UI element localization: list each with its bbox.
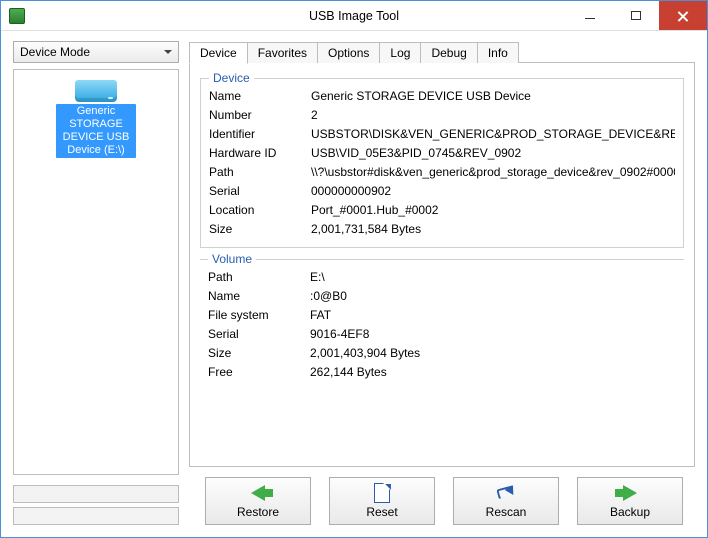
status-box-1 xyxy=(13,485,179,503)
device-group: Device NameGeneric STORAGE DEVICE USB De… xyxy=(200,71,684,248)
tab-log[interactable]: Log xyxy=(379,42,421,63)
volume-fs-label: File system xyxy=(208,306,310,325)
refresh-icon xyxy=(496,485,516,501)
device-list[interactable]: Generic STORAGE DEVICE USB Device (E:\) xyxy=(13,69,179,475)
arrow-right-icon xyxy=(623,485,637,501)
volume-serial-value: 9016-4EF8 xyxy=(310,325,676,344)
device-location-label: Location xyxy=(209,201,311,220)
device-name-label: Name xyxy=(209,87,311,106)
tab-debug[interactable]: Debug xyxy=(420,42,477,63)
device-number-value: 2 xyxy=(311,106,675,125)
mode-dropdown[interactable]: Device Mode xyxy=(13,41,179,63)
tab-info[interactable]: Info xyxy=(477,42,519,63)
status-box-2 xyxy=(13,507,179,525)
volume-fs-value: FAT xyxy=(310,306,676,325)
maximize-button[interactable] xyxy=(613,1,659,30)
window-controls xyxy=(567,1,707,30)
device-path-label: Path xyxy=(209,163,311,182)
volume-name-value: :0@B0 xyxy=(310,287,676,306)
tab-options[interactable]: Options xyxy=(317,42,380,63)
volume-group-heading: Volume xyxy=(208,252,256,266)
volume-path-label: Path xyxy=(208,268,310,287)
restore-button-label: Restore xyxy=(237,505,279,519)
titlebar: USB Image Tool xyxy=(1,1,707,31)
volume-name-label: Name xyxy=(208,287,310,306)
close-button[interactable] xyxy=(659,1,707,30)
device-serial-value: 000000000902 xyxy=(311,182,675,201)
device-size-value: 2,001,731,584 Bytes xyxy=(311,220,675,239)
device-group-heading: Device xyxy=(209,71,254,85)
tab-panel-device: Device NameGeneric STORAGE DEVICE USB De… xyxy=(189,62,695,467)
device-identifier-value: USBSTOR\DISK&VEN_GENERIC&PROD_STORAGE_DE… xyxy=(311,125,675,144)
volume-group: Volume PathE:\ Name:0@B0 File systemFAT … xyxy=(200,252,684,382)
device-size-label: Size xyxy=(209,220,311,239)
device-path-value: \\?\usbstor#disk&ven_generic&prod_storag… xyxy=(311,163,675,182)
arrow-left-icon xyxy=(251,485,265,501)
rescan-button-label: Rescan xyxy=(486,505,527,519)
volume-size-value: 2,001,403,904 Bytes xyxy=(310,344,676,363)
device-number-label: Number xyxy=(209,106,311,125)
device-location-value: Port_#0001.Hub_#0002 xyxy=(311,201,675,220)
drive-icon xyxy=(75,80,117,102)
tab-favorites[interactable]: Favorites xyxy=(247,42,318,63)
device-name-value: Generic STORAGE DEVICE USB Device xyxy=(311,87,675,106)
action-button-row: Restore Reset Rescan Backup xyxy=(189,467,695,525)
device-serial-label: Serial xyxy=(209,182,311,201)
restore-button[interactable]: Restore xyxy=(205,477,311,525)
reset-button-label: Reset xyxy=(366,505,397,519)
app-icon xyxy=(9,8,25,24)
device-list-item[interactable]: Generic STORAGE DEVICE USB Device (E:\) xyxy=(56,80,136,158)
volume-free-value: 262,144 Bytes xyxy=(310,363,676,382)
device-identifier-label: Identifier xyxy=(209,125,311,144)
mode-dropdown-value: Device Mode xyxy=(20,45,90,59)
backup-button[interactable]: Backup xyxy=(577,477,683,525)
minimize-button[interactable] xyxy=(567,1,613,30)
tab-bar: Device Favorites Options Log Debug Info xyxy=(189,41,695,63)
rescan-button[interactable]: Rescan xyxy=(453,477,559,525)
device-hwid-label: Hardware ID xyxy=(209,144,311,163)
volume-serial-label: Serial xyxy=(208,325,310,344)
document-icon xyxy=(374,483,390,503)
volume-path-value: E:\ xyxy=(310,268,676,287)
volume-size-label: Size xyxy=(208,344,310,363)
volume-free-label: Free xyxy=(208,363,310,382)
tab-device[interactable]: Device xyxy=(189,42,248,64)
device-hwid-value: USB\VID_05E3&PID_0745&REV_0902 xyxy=(311,144,675,163)
device-list-item-label: Generic STORAGE DEVICE USB Device (E:\) xyxy=(56,104,136,158)
chevron-down-icon xyxy=(164,50,172,54)
reset-button[interactable]: Reset xyxy=(329,477,435,525)
backup-button-label: Backup xyxy=(610,505,650,519)
